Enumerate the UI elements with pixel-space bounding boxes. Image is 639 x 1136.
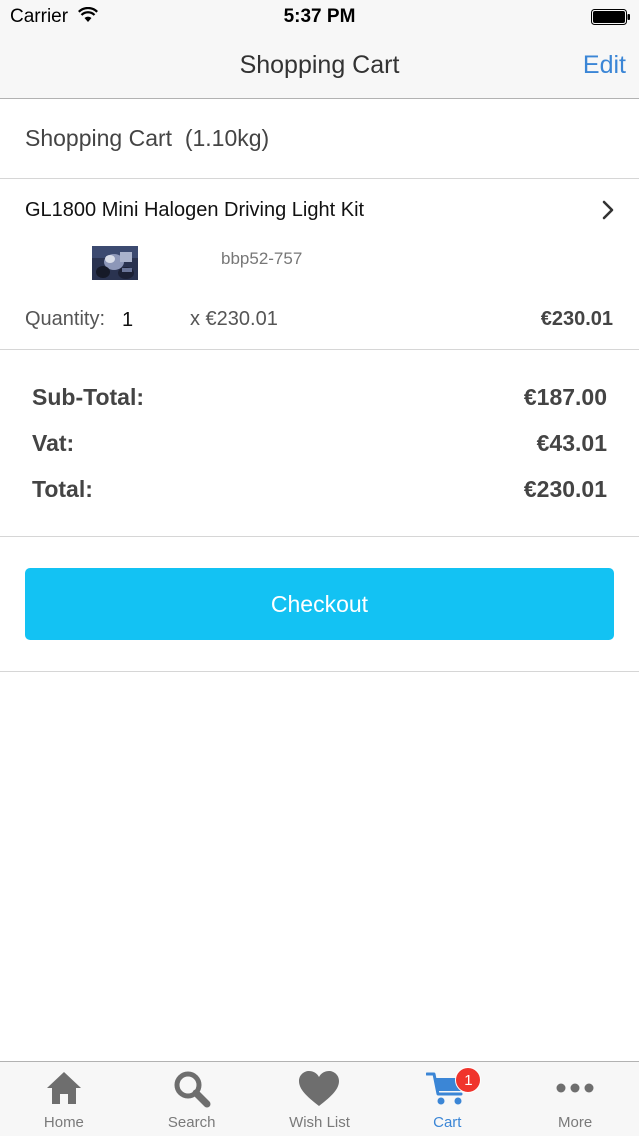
tab-wish-list[interactable]: Wish List: [256, 1062, 384, 1136]
vat-label: Vat:: [32, 430, 75, 456]
checkout-button[interactable]: Checkout: [25, 568, 614, 640]
quantity-value[interactable]: 1: [122, 309, 133, 332]
cart-item-row[interactable]: GL1800 Mini Halogen Driving Light Kit bb…: [0, 179, 639, 350]
tab-more[interactable]: More: [511, 1062, 639, 1136]
tab-search[interactable]: Search: [128, 1062, 256, 1136]
nav-bar: Shopping Cart Edit: [0, 34, 639, 99]
total-value: €230.01: [523, 476, 607, 502]
total-label: Total:: [32, 476, 93, 502]
cart-badge: 1: [455, 1067, 482, 1093]
page-title: Shopping Cart: [239, 51, 400, 79]
total-row: Total: €230.01: [32, 476, 607, 506]
search-icon: [174, 1071, 211, 1108]
line-total: €230.01: [540, 308, 613, 330]
status-bar: Carrier 5:37 PM: [0, 0, 639, 34]
product-thumbnail: [92, 246, 138, 280]
tab-label-more: More: [557, 1114, 593, 1131]
quantity-label: Quantity:: [25, 308, 106, 330]
tab-home[interactable]: Home: [0, 1062, 128, 1136]
cart-header-title: Shopping Cart (1.10kg): [25, 125, 270, 151]
tab-label-cart: Cart: [433, 1114, 462, 1131]
tab-cart[interactable]: 1 Cart: [383, 1062, 511, 1136]
checkout-section: Checkout: [0, 537, 639, 672]
item-title: GL1800 Mini Halogen Driving Light Kit: [25, 199, 365, 221]
chevron-right-icon: [602, 200, 614, 220]
tab-label-home: Home: [43, 1114, 84, 1131]
unit-price: x €230.01: [190, 308, 278, 330]
status-time: 5:37 PM: [283, 6, 356, 27]
more-icon: [556, 1083, 594, 1093]
home-icon: [46, 1072, 81, 1104]
tab-label-wish-list: Wish List: [289, 1114, 350, 1131]
subtotal-value: €187.00: [523, 384, 607, 410]
item-sku: bbp52-757: [221, 249, 303, 268]
subtotal-label: Sub-Total:: [32, 384, 144, 410]
cart-header: Shopping Cart (1.10kg): [0, 99, 639, 179]
battery-icon: [591, 9, 630, 25]
edit-button[interactable]: Edit: [583, 51, 626, 80]
tab-label-search: Search: [167, 1114, 216, 1131]
heart-icon: [299, 1071, 340, 1106]
vat-row: Vat: €43.01: [32, 430, 607, 460]
totals-section: Sub-Total: €187.00 Vat: €43.01 Total: €2…: [0, 350, 639, 537]
subtotal-row: Sub-Total: €187.00: [32, 384, 607, 414]
tab-bar: Home Search Wish List 1 Cart More: [0, 1061, 639, 1136]
vat-value: €43.01: [536, 430, 607, 456]
